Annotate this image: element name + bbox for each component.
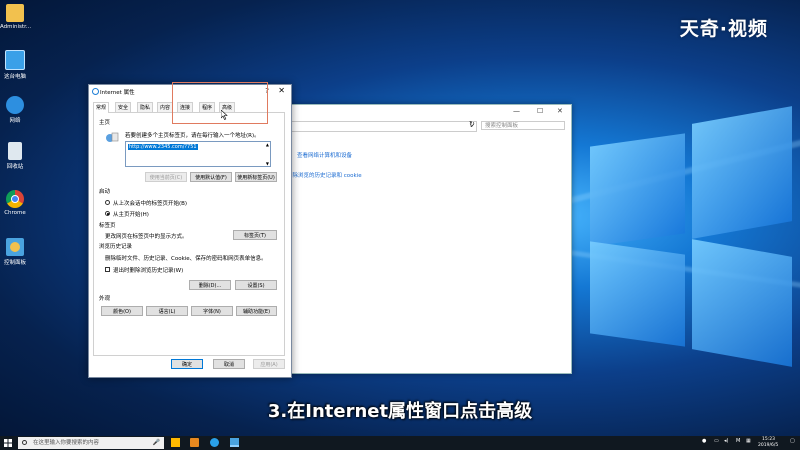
delete-on-exit-checkbox[interactable] <box>105 267 110 272</box>
desktop-icon-control-panel[interactable]: 控制面板 <box>0 238 30 266</box>
network-tray-icon[interactable]: ▭ <box>714 438 719 444</box>
desktop-icon-chrome[interactable]: Chrome <box>0 190 30 216</box>
delete-on-exit-label: 退出时删除浏览历史记录(W) <box>113 268 184 274</box>
mouse-cursor-icon <box>221 110 228 120</box>
network-icon <box>6 96 24 114</box>
languages-button[interactable]: 语言(L) <box>146 306 188 316</box>
ok-button[interactable]: 确定 <box>171 359 203 369</box>
windows-start-icon[interactable] <box>4 439 12 447</box>
window-titlebar: — ☐ ✕ <box>285 105 571 117</box>
app-icon-orange[interactable] <box>190 438 199 447</box>
desktop-icon-this-pc[interactable]: 这台电脑 <box>0 50 30 80</box>
history-settings-button[interactable]: 设置(S) <box>235 280 277 290</box>
scroll-up-icon[interactable]: ▲ <box>266 142 269 147</box>
desktop-icon-admin[interactable]: Administr... <box>0 4 31 30</box>
clock-time[interactable]: 15:23 <box>762 437 775 442</box>
desktop-icon-network[interactable]: 网络 <box>0 96 30 124</box>
this-pc-icon <box>5 50 25 70</box>
control-panel-icon <box>6 238 24 256</box>
delete-history-button[interactable]: 删除(D)... <box>189 280 231 290</box>
accessibility-button[interactable]: 辅助功能(E) <box>236 306 277 316</box>
tabs-description: 更改网页在标签页中的显示方式。 <box>105 234 188 240</box>
control-panel-taskbar-icon[interactable] <box>230 438 239 447</box>
taskbar-search-input[interactable]: 在这里输入你要搜索的内容 🎤 <box>18 437 164 449</box>
colors-button[interactable]: 颜色(O) <box>101 306 143 316</box>
minimize-icon[interactable]: — <box>513 107 520 115</box>
internet-explorer-icon <box>92 88 99 95</box>
desktop-icon-recycle-bin[interactable]: 回收站 <box>0 142 30 170</box>
taskbar: 在这里输入你要搜索的内容 🎤 ● ▭ ◂) M ▦ 15:23 2019/6/5… <box>0 436 800 450</box>
apply-button[interactable]: 应用(A) <box>253 359 285 369</box>
microphone-icon[interactable]: 🎤 <box>153 437 160 449</box>
notification-icon[interactable]: ▢ <box>790 438 795 444</box>
home-section-label: 主页 <box>99 120 111 126</box>
file-explorer-icon[interactable] <box>171 438 180 447</box>
startup-last-session-radio[interactable] <box>105 200 110 205</box>
clock-date[interactable]: 2019/6/5 <box>758 443 778 448</box>
desktop: 天奇·视频 Administr... 这台电脑 网络 回收站 Chrome 控制… <box>0 0 800 450</box>
tab-general[interactable]: 常规 <box>93 102 109 113</box>
link-view-network[interactable]: 查看网络计算机和设备 <box>297 151 352 159</box>
use-default-button[interactable]: 使用默认值(F) <box>190 172 232 182</box>
volume-icon[interactable]: ◂) <box>724 438 728 444</box>
user-folder-icon <box>6 4 24 22</box>
history-section-label: 浏览历史记录 <box>99 244 133 250</box>
startup-home-radio[interactable] <box>105 211 110 216</box>
link-delete-history[interactable]: 删除浏览的历史记录和 cookie <box>287 171 362 179</box>
refresh-icon[interactable]: ↻ <box>469 120 475 128</box>
control-panel-window: — ☐ ✕ ⌄ ↻ 搜索控制面板 查看网络计算机和设备 删除浏览的历史记录和 c… <box>284 104 572 374</box>
internet-properties-dialog: Internet 属性 ? ✕ 常规 安全 隐私 内容 连接 程序 高级 主页 … <box>88 84 292 378</box>
cancel-button[interactable]: 取消 <box>213 359 245 369</box>
startup-section-label: 启动 <box>99 189 111 195</box>
home-description: 若要创建多个主页标签页，请在每行输入一个地址(R)。 <box>125 133 260 139</box>
appearance-section-label: 外观 <box>99 296 111 302</box>
search-icon <box>22 440 27 445</box>
tab-content[interactable]: 内容 <box>157 102 173 112</box>
tab-security[interactable]: 安全 <box>115 102 131 112</box>
step-subtitle: 3.在Internet属性窗口点击高级 <box>267 401 533 422</box>
internet-explorer-taskbar-icon[interactable] <box>210 438 219 447</box>
search-input[interactable]: 搜索控制面板 <box>481 121 565 130</box>
address-bar[interactable]: ⌄ <box>289 121 477 132</box>
logo-pane-top-left <box>590 133 685 247</box>
use-current-button[interactable]: 使用当前页(C) <box>145 172 187 182</box>
logo-pane-bottom-left <box>590 241 685 347</box>
home-url-value: http://www.2345.com/?751 <box>128 144 198 150</box>
watermark: 天奇·视频 <box>679 18 768 40</box>
close-icon[interactable]: ✕ <box>557 107 563 115</box>
logo-pane-top-right <box>692 106 792 239</box>
tabs-section-label: 标签页 <box>99 223 116 229</box>
tab-privacy[interactable]: 隐私 <box>137 102 153 112</box>
tray-app-icon[interactable]: ● <box>702 438 706 444</box>
home-url-textarea[interactable]: http://www.2345.com/?751 ▲ ▼ <box>125 141 271 167</box>
close-icon[interactable]: ✕ <box>278 86 285 95</box>
ime-indicator[interactable]: M <box>736 438 740 444</box>
tabs-button[interactable]: 标签页(T) <box>233 230 277 240</box>
recycle-bin-icon <box>8 142 22 160</box>
fonts-button[interactable]: 字体(N) <box>191 306 233 316</box>
chrome-icon <box>6 190 24 208</box>
history-description: 删除临时文件、历史记录、Cookie、保存的密码和网页表单信息。 <box>105 256 267 262</box>
home-page-icon <box>106 132 119 142</box>
use-new-tab-button[interactable]: 使用新标签页(U) <box>235 172 277 182</box>
startup-option-1-label: 从上次会话中的标签页开始(B) <box>113 201 188 207</box>
keyboard-icon[interactable]: ▦ <box>746 438 751 444</box>
dialog-title: Internet 属性 <box>100 90 135 96</box>
scroll-down-icon[interactable]: ▼ <box>266 161 269 166</box>
advanced-tab-highlight-box <box>172 82 268 124</box>
maximize-icon[interactable]: ☐ <box>537 107 543 115</box>
startup-option-2-label: 从主页开始(H) <box>113 212 149 218</box>
logo-pane-bottom-right <box>692 239 792 367</box>
